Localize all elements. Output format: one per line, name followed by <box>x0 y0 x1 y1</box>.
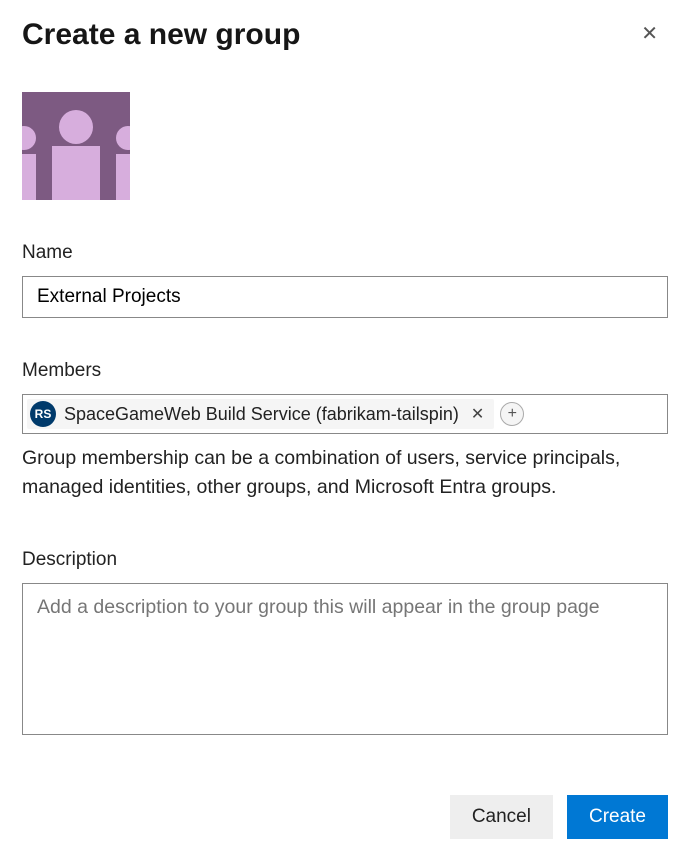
member-chip-label: SpaceGameWeb Build Service (fabrikam-tai… <box>64 404 459 425</box>
members-label: Members <box>22 360 668 382</box>
name-field: Name <box>22 242 668 318</box>
cancel-button[interactable]: Cancel <box>450 795 553 839</box>
members-input[interactable]: RS SpaceGameWeb Build Service (fabrikam-… <box>22 394 668 434</box>
name-input[interactable] <box>22 276 668 318</box>
member-chip: RS SpaceGameWeb Build Service (fabrikam-… <box>27 399 494 429</box>
plus-icon: + <box>508 406 517 422</box>
dialog-title: Create a new group <box>22 18 300 52</box>
name-label: Name <box>22 242 668 264</box>
dialog-footer: Cancel Create <box>450 795 668 839</box>
members-field: Members RS SpaceGameWeb Build Service (f… <box>22 360 668 434</box>
dialog-header: Create a new group ✕ <box>22 18 668 52</box>
description-input[interactable] <box>22 583 668 735</box>
avatar: RS <box>30 401 56 427</box>
add-member-button[interactable]: + <box>500 402 524 426</box>
remove-member-button[interactable]: ✕ <box>467 404 488 424</box>
description-field: Description <box>22 549 668 740</box>
description-label: Description <box>22 549 668 571</box>
group-avatar-image <box>22 92 130 200</box>
close-button[interactable]: ✕ <box>631 18 668 50</box>
close-icon: ✕ <box>471 406 484 423</box>
close-icon: ✕ <box>641 23 658 45</box>
create-button[interactable]: Create <box>567 795 668 839</box>
members-help-text: Group membership can be a combination of… <box>22 444 668 503</box>
